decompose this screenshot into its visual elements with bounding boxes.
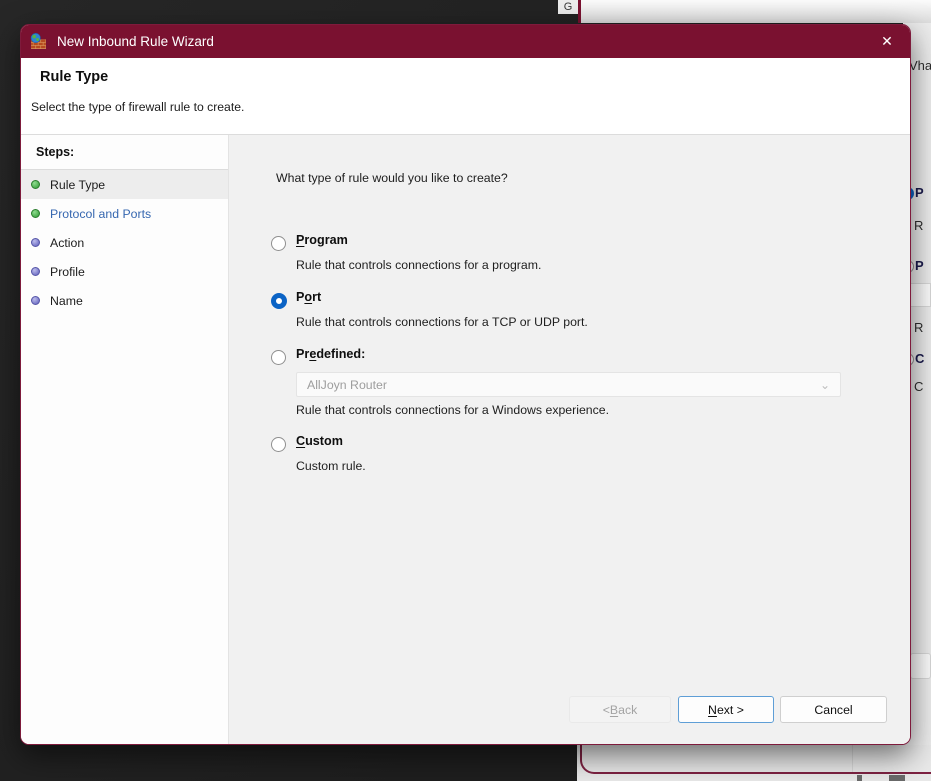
radio-predefined-description: Rule that controls connections for a Win… [296,403,609,417]
predefined-select-value: AllJoyn Router [307,378,387,392]
background-text-fragment: P [915,185,924,200]
background-text-fragment: R [914,218,923,233]
firewall-icon [30,33,47,50]
new-inbound-rule-wizard-dialog: New Inbound Rule Wizard ✕ Rule Type Sele… [20,24,911,745]
wizard-header: Rule Type Select the type of firewall ru… [21,58,910,135]
window-title: New Inbound Rule Wizard [57,34,214,49]
step-item-action: Action [21,228,228,257]
background-divider [852,745,853,772]
step-label: Action [50,236,84,250]
step-label: Protocol and Ports [50,207,151,221]
steps-panel: Steps: Rule Type Protocol and Ports Acti… [21,135,229,744]
step-bullet-icon [31,238,40,247]
background-text-fragment: C [914,379,923,394]
radio-predefined-label[interactable]: Predefined: [296,347,365,361]
radio-program-label[interactable]: Program [296,233,348,247]
step-item-rule-type: Rule Type [21,170,228,199]
rule-type-page: What type of rule would you like to crea… [229,135,910,744]
background-titlebar-fragment [581,0,931,23]
step-item-profile: Profile [21,257,228,286]
question-text: What type of rule would you like to crea… [276,171,508,185]
radio-program[interactable] [271,236,286,251]
next-button[interactable]: Next > [678,696,774,723]
page-subtitle: Select the type of firewall rule to crea… [31,100,910,114]
step-bullet-icon [31,180,40,189]
step-bullet-icon [31,296,40,305]
background-tab-fragment: G [558,0,578,14]
predefined-select[interactable]: AllJoyn Router ⌄ [296,372,841,397]
step-label: Profile [50,265,85,279]
cancel-button[interactable]: Cancel [780,696,887,723]
radio-custom-description: Custom rule. [296,459,366,473]
radio-predefined[interactable] [271,350,286,365]
background-panel-corner [580,742,931,774]
background-text-fragment [857,775,862,781]
radio-program-description: Rule that controls connections for a pro… [296,258,541,272]
screen: Vha P R P R C C G [0,0,931,781]
step-bullet-icon [31,209,40,218]
background-text-fragment: R [914,320,923,335]
steps-heading: Steps: [21,135,228,170]
back-button[interactable]: < Back [569,696,671,723]
radio-port-description: Rule that controls connections for a TCP… [296,315,588,329]
background-text-fragment: C [915,351,924,366]
step-item-name: Name [21,286,228,315]
titlebar[interactable]: New Inbound Rule Wizard ✕ [21,25,910,58]
radio-port[interactable] [271,293,287,309]
background-text-fragment: P [915,258,924,273]
radio-custom-label[interactable]: Custom [296,434,343,448]
step-bullet-icon [31,267,40,276]
background-field-fragment [910,283,931,307]
background-window-bottom-sliver [577,745,931,781]
background-window-top-sliver: G [558,0,931,23]
radio-custom[interactable] [271,437,286,452]
page-title: Rule Type [40,69,910,85]
background-text-fragment: Vha [909,58,931,73]
background-text-fragment [889,775,905,781]
step-label: Name [50,294,83,308]
background-button-fragment [910,653,931,679]
chevron-down-icon: ⌄ [820,380,830,390]
step-label: Rule Type [50,178,105,192]
radio-port-label[interactable]: Port [296,290,321,304]
close-icon[interactable]: ✕ [872,29,902,55]
step-item-protocol-and-ports[interactable]: Protocol and Ports [21,199,228,228]
